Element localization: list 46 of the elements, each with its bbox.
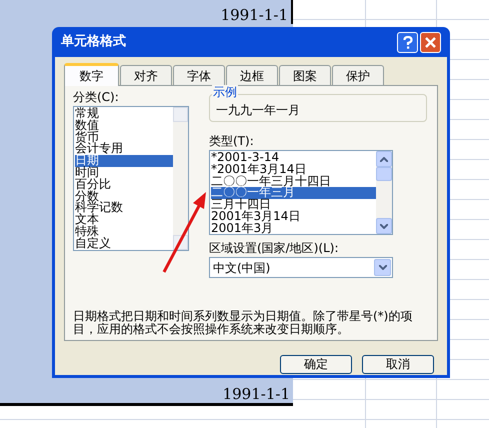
list-item[interactable]: 时间 — [75, 166, 173, 179]
list-item[interactable]: 货币 — [75, 132, 173, 144]
list-item[interactable]: 文本 — [75, 214, 173, 226]
list-item[interactable]: 科学记数 — [75, 202, 173, 214]
cancel-button[interactable]: 取消 — [362, 355, 434, 374]
list-item[interactable]: 二〇〇一年三月十四日 — [211, 176, 376, 188]
list-item[interactable]: *2001-3-14 — [211, 152, 376, 164]
help-icon — [402, 36, 412, 48]
help-button[interactable] — [397, 32, 418, 52]
list-item[interactable]: 数值 — [75, 120, 173, 132]
tab[interactable]: 图案 — [279, 65, 331, 85]
cell-text: 1991-1-1 — [222, 385, 290, 403]
list-item[interactable]: 2001年3月 — [211, 222, 376, 235]
tab[interactable]: 字体 — [173, 65, 225, 85]
cell-text: 1991-1-1 — [220, 6, 288, 24]
scroll-up-icon[interactable] — [376, 151, 392, 167]
locale-label: 区域设置(国家/地区)(L): — [209, 241, 340, 255]
scroll-down-icon[interactable] — [376, 218, 392, 234]
group-label: 示例 — [212, 85, 238, 99]
description-text: 日期格式把日期和时间系列数显示为日期值。除了带星号(*)的项目，应用的格式不会按照操作系统来改变日期顺序。 — [73, 310, 414, 336]
list-item[interactable]: 2001年3月14日 — [211, 210, 376, 223]
list-item[interactable]: 自定义 — [75, 238, 173, 250]
locale-dropdown[interactable]: 中文(中国) — [209, 257, 393, 278]
list-item[interactable]: 分数 — [75, 190, 173, 202]
ok-button[interactable]: 确定 — [280, 355, 352, 374]
tab[interactable]: 保护 — [332, 65, 384, 85]
list-item[interactable]: 常规 — [75, 108, 173, 120]
category-label: 分类(C): — [73, 90, 120, 104]
scroll-thumb[interactable] — [376, 167, 392, 181]
close-button[interactable] — [420, 32, 441, 52]
scrollbar[interactable] — [173, 107, 188, 250]
tab[interactable]: 对齐 — [120, 65, 172, 85]
type-label: 类型(T): — [209, 134, 255, 148]
close-icon — [425, 36, 436, 48]
sample-value: 一九九一年一月 — [216, 102, 300, 119]
tab[interactable]: 数字 — [64, 63, 119, 86]
tab[interactable]: 边框 — [226, 65, 278, 85]
scrollbar[interactable] — [376, 151, 392, 234]
window-title: 单元格格式 — [61, 33, 127, 52]
list-item[interactable]: 会计专用 — [75, 143, 173, 156]
list-item[interactable]: 日期 — [75, 155, 173, 167]
list-item[interactable]: 特殊 — [75, 226, 173, 238]
category-list[interactable]: 常规 数值 货币 会计专用 日期 时间 百分比 分数 科学记数 文本 特殊 自定义 — [73, 106, 189, 251]
list-item[interactable]: 三月十四日 — [211, 199, 376, 211]
list-item[interactable]: *2001年3月14日 — [211, 164, 376, 176]
list-item[interactable]: 百分比 — [75, 178, 173, 191]
